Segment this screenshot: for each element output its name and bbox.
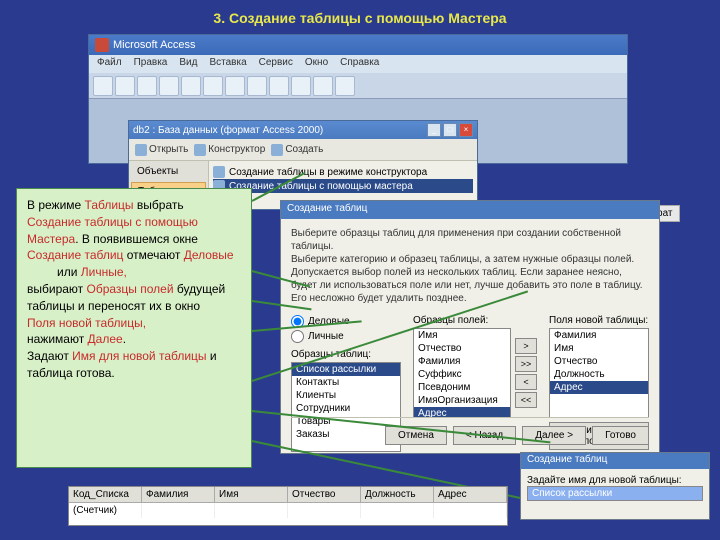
menu-insert[interactable]: Вставка (209, 57, 246, 71)
toolbar-btn[interactable] (313, 76, 333, 96)
col-header[interactable]: Код_Списка (69, 487, 142, 502)
wizard-desc: Выберите образцы таблиц для применения п… (291, 227, 649, 305)
menu-window[interactable]: Окно (305, 57, 328, 71)
db-design[interactable]: Конструктор (194, 144, 265, 156)
db-titlebar: db2 : База данных (формат Access 2000) _… (129, 121, 477, 139)
name-dialog: Создание таблиц Задайте имя для новой та… (520, 452, 710, 520)
access-icon (95, 38, 109, 52)
shortcut-icon (213, 166, 225, 178)
toolbar-btn[interactable] (115, 76, 135, 96)
list-item[interactable]: Контакты (292, 376, 400, 389)
toolbar-btn[interactable] (137, 76, 157, 96)
list-item[interactable]: Отчество (550, 355, 648, 368)
list-item[interactable]: Отчество (414, 342, 510, 355)
name-label: Задайте имя для новой таблицы: (527, 475, 703, 486)
list-item[interactable]: Адрес (550, 381, 648, 394)
access-toolbar (89, 73, 627, 99)
list-item[interactable]: Псевдоним (414, 381, 510, 394)
menu-help[interactable]: Справка (340, 57, 379, 71)
table-name-input[interactable] (527, 486, 703, 501)
finish-button[interactable]: Готово (592, 426, 649, 445)
col-header[interactable]: Имя (215, 487, 288, 502)
toolbar-btn[interactable] (247, 76, 267, 96)
col-header[interactable]: Отчество (288, 487, 361, 502)
new-fields-list[interactable]: Фамилия Имя Отчество Должность Адрес (549, 328, 649, 418)
toolbar-btn[interactable] (203, 76, 223, 96)
access-menubar[interactable]: Файл Правка Вид Вставка Сервис Окно Спра… (89, 55, 627, 73)
list-item[interactable]: Имя (414, 329, 510, 342)
access-title: Microsoft Access (113, 39, 196, 51)
toolbar-btn[interactable] (269, 76, 289, 96)
toolbar-btn[interactable] (159, 76, 179, 96)
table-preview: Код_Списка Фамилия Имя Отчество Должност… (68, 486, 508, 526)
toolbar-btn[interactable] (93, 76, 113, 96)
list-item[interactable]: Имя (550, 342, 648, 355)
toolbar-btn[interactable] (335, 76, 355, 96)
minimize-button[interactable]: _ (427, 123, 441, 137)
menu-edit[interactable]: Правка (134, 57, 168, 71)
list-item[interactable]: Должность (550, 368, 648, 381)
list-item[interactable]: Сотрудники (292, 402, 400, 415)
remove-all-button[interactable]: << (515, 392, 537, 408)
instruction-callout: В режиме Таблицы выбрать Создание таблиц… (16, 188, 252, 468)
link-create-wizard[interactable]: Создание таблицы с помощью мастера (213, 179, 473, 193)
name-dialog-title: Создание таблиц (521, 453, 709, 469)
counter-cell[interactable]: (Счетчик) (69, 503, 142, 518)
col-header[interactable]: Адрес (434, 487, 507, 502)
open-icon (135, 144, 147, 156)
slide-title: 3. Создание таблицы с помощью Мастера (0, 0, 720, 32)
menu-service[interactable]: Сервис (259, 57, 293, 71)
wizard-dialog: Создание таблиц Выберите образцы таблиц … (280, 200, 660, 454)
close-button[interactable]: × (459, 123, 473, 137)
list-item[interactable]: Суффикс (414, 368, 510, 381)
remove-field-button[interactable]: < (515, 374, 537, 390)
list-item[interactable]: Клиенты (292, 389, 400, 402)
add-all-button[interactable]: >> (515, 356, 537, 372)
sample-fields-list[interactable]: Имя Отчество Фамилия Суффикс Псевдоним И… (413, 328, 511, 418)
toolbar-btn[interactable] (225, 76, 245, 96)
list-item[interactable]: Фамилия (414, 355, 510, 368)
db-toolbar: Открыть Конструктор Создать (129, 139, 477, 161)
maximize-button[interactable]: □ (443, 123, 457, 137)
add-field-button[interactable]: > (515, 338, 537, 354)
toolbar-btn[interactable] (181, 76, 201, 96)
list-item[interactable]: ИмяОрганизация (414, 394, 510, 407)
wizard-title: Создание таблиц (281, 201, 659, 219)
new-icon (271, 144, 283, 156)
db-new[interactable]: Создать (271, 144, 323, 156)
link-create-designer[interactable]: Создание таблицы в режиме конструктора (213, 165, 473, 179)
toolbar-btn[interactable] (291, 76, 311, 96)
list-item[interactable]: Фамилия (550, 329, 648, 342)
design-icon (194, 144, 206, 156)
col-header[interactable]: Должность (361, 487, 434, 502)
sidebar-objects[interactable]: Объекты (131, 163, 206, 180)
list-item[interactable]: Список рассылки (292, 363, 400, 376)
next-button[interactable]: Далее > (522, 426, 586, 445)
db-open[interactable]: Открыть (135, 144, 188, 156)
label-new-fields: Поля новой таблицы: (549, 315, 649, 326)
menu-view[interactable]: Вид (179, 57, 197, 71)
menu-file[interactable]: Файл (97, 57, 122, 71)
window-controls: _ □ × (427, 123, 473, 137)
access-titlebar: Microsoft Access (89, 35, 627, 55)
db-title: db2 : База данных (формат Access 2000) (133, 125, 323, 136)
col-header[interactable]: Фамилия (142, 487, 215, 502)
